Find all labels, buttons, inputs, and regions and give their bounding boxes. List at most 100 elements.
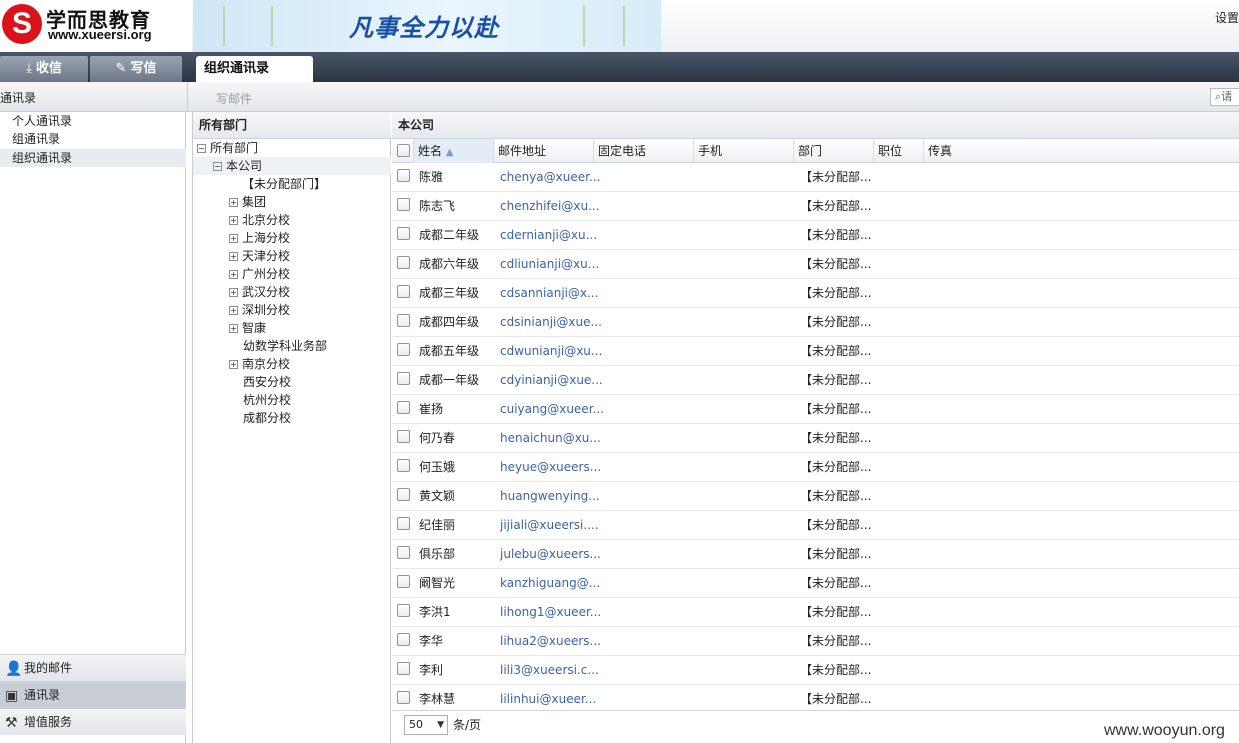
table-row[interactable]: 陈雅 chenya@xueer... 【未分配部...	[392, 163, 1239, 192]
table-row[interactable]: 成都四年级 cdsinianji@xue... 【未分配部...	[392, 308, 1239, 337]
tree-node-branch[interactable]: + 上海分校	[229, 229, 290, 247]
row-checkbox[interactable]	[397, 256, 410, 269]
row-checkbox[interactable]	[397, 633, 410, 646]
brand-logo[interactable]: S 学而思教育 www.xueersi.org	[0, 0, 192, 52]
cell-email[interactable]: cdernianji@xu...	[500, 221, 597, 249]
table-row[interactable]: 李洪1 lihong1@xueer... 【未分配部...	[392, 598, 1239, 627]
row-checkbox[interactable]	[397, 343, 410, 356]
cell-email[interactable]: henaichun@xu...	[500, 424, 601, 452]
tree-node-branch[interactable]: 西安分校	[243, 373, 291, 391]
cell-email[interactable]: cdsinianji@xue...	[500, 308, 602, 336]
tree-node-branch[interactable]: + 天津分校	[229, 247, 290, 265]
row-checkbox[interactable]	[397, 401, 410, 414]
expand-icon[interactable]: +	[229, 306, 238, 315]
cell-email[interactable]: chenzhifei@xu...	[500, 192, 600, 220]
expand-icon[interactable]: +	[229, 252, 238, 261]
table-row[interactable]: 阚智光 kanzhiguang@... 【未分配部...	[392, 569, 1239, 598]
tree-node-branch[interactable]: + 深圳分校	[229, 301, 290, 319]
cell-email[interactable]: cdliunianji@xu...	[500, 250, 599, 278]
cell-email[interactable]: jijiali@xueersi....	[500, 511, 599, 539]
write-mail-button[interactable]: 写邮件	[216, 90, 252, 107]
cell-email[interactable]: julebu@xueers...	[500, 540, 601, 568]
cell-email[interactable]: lihong1@xueer...	[500, 598, 601, 626]
row-checkbox[interactable]	[397, 372, 410, 385]
table-row[interactable]: 何玉娥 heyue@xueers... 【未分配部...	[392, 453, 1239, 482]
collapse-icon[interactable]: −	[197, 144, 206, 153]
table-row[interactable]: 崔扬 cuiyang@xueer... 【未分配部...	[392, 395, 1239, 424]
sidebar-item-personal-contacts[interactable]: 个人通讯录	[12, 112, 72, 130]
table-row[interactable]: 成都二年级 cdernianji@xu... 【未分配部...	[392, 221, 1239, 250]
expand-icon[interactable]: +	[229, 288, 238, 297]
expand-icon[interactable]: +	[229, 324, 238, 333]
row-checkbox[interactable]	[397, 604, 410, 617]
tree-node-root[interactable]: − 所有部门	[197, 139, 258, 157]
tree-node-branch[interactable]: + 北京分校	[229, 211, 290, 229]
tree-node-branch[interactable]: 杭州分校	[243, 391, 291, 409]
nav-value-added[interactable]: ⚒ 增值服务	[0, 708, 186, 735]
row-checkbox[interactable]	[397, 546, 410, 559]
column-header-mobile[interactable]: 手机	[694, 139, 794, 163]
table-row[interactable]: 成都五年级 cdwunianji@xu... 【未分配部...	[392, 337, 1239, 366]
row-checkbox[interactable]	[397, 691, 410, 704]
sidebar-item-group-contacts[interactable]: 组通讯录	[12, 130, 60, 148]
row-checkbox[interactable]	[397, 198, 410, 211]
expand-icon[interactable]: +	[229, 234, 238, 243]
cell-email[interactable]: lili3@xueersi.c...	[500, 656, 599, 684]
tree-node-branch[interactable]: + 广州分校	[229, 265, 290, 283]
collapse-icon[interactable]: −	[213, 162, 222, 171]
settings-link[interactable]: 设置	[1215, 9, 1239, 26]
select-all-checkbox[interactable]	[397, 144, 410, 157]
row-checkbox[interactable]	[397, 662, 410, 675]
cell-email[interactable]: heyue@xueers...	[500, 453, 601, 481]
row-checkbox[interactable]	[397, 314, 410, 327]
expand-icon[interactable]: +	[229, 216, 238, 225]
table-row[interactable]: 何乃春 henaichun@xu... 【未分配部...	[392, 424, 1239, 453]
row-checkbox[interactable]	[397, 575, 410, 588]
tree-node-branch[interactable]: 【未分配部门】	[242, 175, 326, 193]
tab-org-contacts[interactable]: 组织通讯录	[196, 56, 313, 82]
tree-node-branch[interactable]: + 武汉分校	[229, 283, 290, 301]
row-checkbox[interactable]	[397, 169, 410, 182]
expand-icon[interactable]: +	[229, 198, 238, 207]
tree-node-branch[interactable]: 幼数学科业务部	[243, 337, 327, 355]
page-size-select[interactable]: 50 ▼	[404, 715, 448, 735]
tree-node-branch[interactable]: + 南京分校	[229, 355, 290, 373]
table-row[interactable]: 纪佳丽 jijiali@xueersi.... 【未分配部...	[392, 511, 1239, 540]
column-header-email[interactable]: 邮件地址	[494, 139, 594, 163]
table-row[interactable]: 成都一年级 cdyinianji@xue... 【未分配部...	[392, 366, 1239, 395]
row-checkbox[interactable]	[397, 517, 410, 530]
sidebar-item-org-contacts[interactable]: 组织通讯录	[12, 149, 72, 167]
cell-email[interactable]: lilinhui@xueer...	[500, 685, 596, 713]
table-row[interactable]: 成都三年级 cdsannianji@x... 【未分配部...	[392, 279, 1239, 308]
inbox-button[interactable]: ⤓ 收信	[0, 56, 88, 82]
table-row[interactable]: 黄文颖 huangwenying... 【未分配部...	[392, 482, 1239, 511]
table-row[interactable]: 俱乐部 julebu@xueers... 【未分配部...	[392, 540, 1239, 569]
tree-node-branch[interactable]: + 智康	[229, 319, 266, 337]
column-header-phone[interactable]: 固定电话	[594, 139, 694, 163]
row-checkbox[interactable]	[397, 459, 410, 472]
column-header-name[interactable]: 姓名 ▲	[414, 139, 494, 163]
table-row[interactable]: 李利 lili3@xueersi.c... 【未分配部...	[392, 656, 1239, 685]
table-row[interactable]: 李华 lihua2@xueers... 【未分配部...	[392, 627, 1239, 656]
search-input[interactable]: ⌕请	[1210, 88, 1239, 106]
column-header-position[interactable]: 职位	[874, 139, 924, 163]
column-header-fax[interactable]: 传真	[924, 139, 1239, 163]
tree-node-branch[interactable]: 成都分校	[243, 409, 291, 427]
row-checkbox[interactable]	[397, 227, 410, 240]
row-checkbox[interactable]	[397, 430, 410, 443]
cell-email[interactable]: chenya@xueer...	[500, 163, 600, 191]
expand-icon[interactable]: +	[229, 270, 238, 279]
compose-button[interactable]: ✎ 写信	[90, 56, 182, 82]
cell-email[interactable]: kanzhiguang@...	[500, 569, 600, 597]
cell-email[interactable]: lihua2@xueers...	[500, 627, 601, 655]
row-checkbox[interactable]	[397, 285, 410, 298]
table-row[interactable]: 成都六年级 cdliunianji@xu... 【未分配部...	[392, 250, 1239, 279]
cell-email[interactable]: cdyinianji@xue...	[500, 366, 603, 394]
tree-node-branch[interactable]: + 集团	[229, 193, 266, 211]
cell-email[interactable]: cuiyang@xueer...	[500, 395, 604, 423]
tree-node-company[interactable]: − 本公司	[213, 157, 262, 175]
cell-email[interactable]: cdsannianji@x...	[500, 279, 599, 307]
expand-icon[interactable]: +	[229, 360, 238, 369]
column-header-department[interactable]: 部门	[794, 139, 874, 163]
cell-email[interactable]: cdwunianji@xu...	[500, 337, 602, 365]
